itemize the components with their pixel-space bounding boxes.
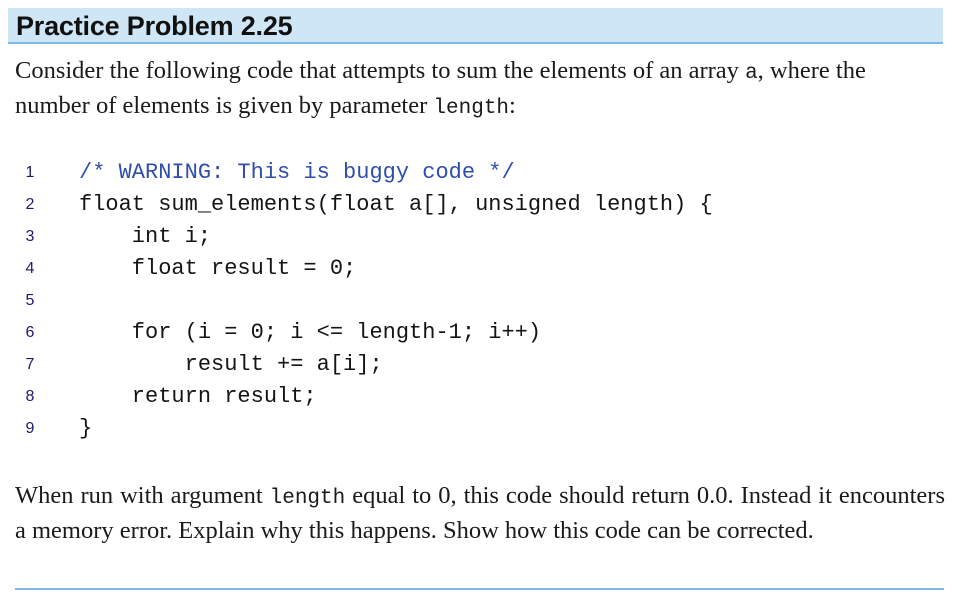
code-text: result += a[i]; (79, 352, 383, 377)
line-number: 2 (25, 196, 35, 213)
intro-array-var: a (745, 62, 758, 85)
code-line: 6 for (i = 0; i <= length-1; i++) (0, 317, 955, 349)
code-line: 1 /* WARNING: This is buggy code */ (0, 157, 955, 189)
question-text-before: When run with argument (15, 482, 270, 509)
intro-text-before: Consider the following code that attempt… (15, 57, 746, 84)
code-line: 4 float result = 0; (0, 253, 955, 285)
question-param-name: length (269, 487, 346, 510)
intro-text-after: : (509, 92, 516, 119)
code-text: float result = 0; (79, 256, 357, 281)
code-comment: /* WARNING: This is buggy code */ (79, 160, 515, 185)
problem-title: Practice Problem 2.25 (16, 11, 293, 41)
code-text: int i; (79, 224, 212, 249)
intro-paragraph: Consider the following code that attempt… (15, 55, 945, 125)
code-line: 3 int i; (0, 221, 955, 253)
code-line: 8 return result; (0, 381, 955, 413)
code-listing: 1 /* WARNING: This is buggy code */ 2 fl… (0, 157, 955, 445)
line-number: 7 (25, 356, 35, 373)
problem-header: Practice Problem 2.25 (8, 8, 943, 44)
line-number: 8 (25, 388, 35, 405)
line-number: 4 (25, 260, 35, 277)
code-line: 9 } (0, 413, 955, 445)
line-number: 1 (25, 164, 35, 181)
line-number: 3 (25, 228, 35, 245)
bottom-divider (15, 588, 944, 590)
code-text: float sum_elements(float a[], unsigned l… (79, 192, 713, 217)
code-line: 5 (0, 285, 955, 317)
line-number: 9 (25, 420, 35, 437)
code-line: 7 result += a[i]; (0, 349, 955, 381)
code-text: for (i = 0; i <= length-1; i++) (79, 320, 542, 345)
question-paragraph: When run with argument length equal to 0… (15, 480, 945, 547)
line-number: 6 (25, 324, 35, 341)
code-line: 2 float sum_elements(float a[], unsigned… (0, 189, 955, 221)
intro-param-name: length (433, 97, 510, 120)
code-text: } (79, 416, 93, 441)
line-number: 5 (25, 292, 35, 309)
code-text: return result; (79, 384, 317, 409)
